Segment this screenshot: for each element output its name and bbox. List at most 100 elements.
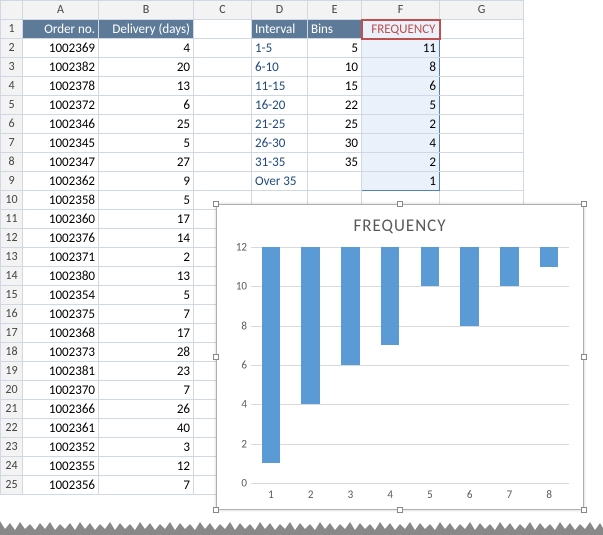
col-header-E[interactable]: E [308,1,362,20]
cell-B24[interactable]: 12 [99,457,194,476]
cell-B5[interactable]: 6 [99,96,194,115]
cell-A11[interactable]: 1002360 [23,210,99,229]
cell-C4[interactable] [194,77,252,96]
row-header[interactable]: 13 [1,248,23,267]
cell-B11[interactable]: 17 [99,210,194,229]
cell-B7[interactable]: 5 [99,134,194,153]
row-header[interactable]: 4 [1,77,23,96]
resize-handle[interactable] [581,201,587,207]
row-header[interactable]: 18 [1,343,23,362]
cell-C8[interactable] [194,153,252,172]
col-header-A[interactable]: A [23,1,99,20]
row-header[interactable]: 20 [1,381,23,400]
cell-A19[interactable]: 1002381 [23,362,99,381]
row-header[interactable]: 9 [1,172,23,191]
cell-A16[interactable]: 1002375 [23,305,99,324]
row-header[interactable]: 24 [1,457,23,476]
cell-A7[interactable]: 1002345 [23,134,99,153]
cell-A18[interactable]: 1002373 [23,343,99,362]
cell-B6[interactable]: 25 [99,115,194,134]
cell-G2[interactable] [440,39,524,58]
cell-B14[interactable]: 13 [99,267,194,286]
cell-A20[interactable]: 1002370 [23,381,99,400]
cell-C2[interactable] [194,39,252,58]
cell-B10[interactable]: 5 [99,191,194,210]
row-header[interactable]: 15 [1,286,23,305]
resize-handle[interactable] [213,507,219,513]
cell-B19[interactable]: 23 [99,362,194,381]
cell-C3[interactable] [194,58,252,77]
row-header[interactable]: 5 [1,96,23,115]
cell-D2[interactable]: 1-5 [252,39,308,58]
cell-A4[interactable]: 1002378 [23,77,99,96]
cell-C7[interactable] [194,134,252,153]
cell-G7[interactable] [440,134,524,153]
cell-F6[interactable]: 2 [362,115,440,134]
cell-D8[interactable]: 31-35 [252,153,308,172]
bar[interactable] [540,247,558,267]
cell-B8[interactable]: 27 [99,153,194,172]
cell-B4[interactable]: 13 [99,77,194,96]
resize-handle[interactable] [581,354,587,360]
cell-C9[interactable] [194,172,252,191]
cell-F9[interactable]: 1 [362,172,440,191]
row-header[interactable]: 6 [1,115,23,134]
cell-E3[interactable]: 10 [308,58,362,77]
cell-B9[interactable]: 9 [99,172,194,191]
cell-F3[interactable]: 8 [362,58,440,77]
row-header[interactable]: 22 [1,419,23,438]
cell-B25[interactable]: 7 [99,476,194,495]
cell-D4[interactable]: 11-15 [252,77,308,96]
cell-F5[interactable]: 5 [362,96,440,115]
cell-F2[interactable]: 11 [362,39,440,58]
cell-A17[interactable]: 1002368 [23,324,99,343]
cell-A9[interactable]: 1002362 [23,172,99,191]
row-header[interactable]: 7 [1,134,23,153]
cell-B2[interactable]: 4 [99,39,194,58]
cell-E1[interactable]: Bins [308,20,362,39]
cell-B21[interactable]: 26 [99,400,194,419]
cell-A5[interactable]: 1002372 [23,96,99,115]
cell-A10[interactable]: 1002358 [23,191,99,210]
col-header-B[interactable]: B [99,1,194,20]
cell-A8[interactable]: 1002347 [23,153,99,172]
cell-E5[interactable]: 22 [308,96,362,115]
cell-B20[interactable]: 7 [99,381,194,400]
cell-D5[interactable]: 16-20 [252,96,308,115]
cell-C6[interactable] [194,115,252,134]
row-header[interactable]: 25 [1,476,23,495]
resize-handle[interactable] [581,507,587,513]
row-header[interactable]: 21 [1,400,23,419]
cell-B23[interactable]: 3 [99,438,194,457]
cell-A22[interactable]: 1002361 [23,419,99,438]
cell-B13[interactable]: 2 [99,248,194,267]
cell-E9[interactable] [308,172,362,191]
cell-G1[interactable] [440,20,524,39]
resize-handle[interactable] [397,201,403,207]
row-header[interactable]: 11 [1,210,23,229]
cell-E2[interactable]: 5 [308,39,362,58]
cell-A25[interactable]: 1002356 [23,476,99,495]
row-header[interactable]: 23 [1,438,23,457]
row-header[interactable]: 1 [1,20,23,39]
cell-A21[interactable]: 1002366 [23,400,99,419]
cell-D7[interactable]: 26-30 [252,134,308,153]
row-header[interactable]: 19 [1,362,23,381]
cell-G8[interactable] [440,153,524,172]
cell-F7[interactable]: 4 [362,134,440,153]
bar[interactable] [262,247,280,463]
cell-B17[interactable]: 17 [99,324,194,343]
bar[interactable] [301,247,319,404]
cell-D6[interactable]: 21-25 [252,115,308,134]
row-header[interactable]: 8 [1,153,23,172]
cell-D9[interactable]: Over 35 [252,172,308,191]
cell-A15[interactable]: 1002354 [23,286,99,305]
row-header[interactable]: 16 [1,305,23,324]
cell-G9[interactable] [440,172,524,191]
cell-B15[interactable]: 5 [99,286,194,305]
cell-A14[interactable]: 1002380 [23,267,99,286]
row-header[interactable]: 10 [1,191,23,210]
cell-G4[interactable] [440,77,524,96]
cell-F1[interactable]: FREQUENCY [362,20,440,39]
row-header[interactable]: 2 [1,39,23,58]
